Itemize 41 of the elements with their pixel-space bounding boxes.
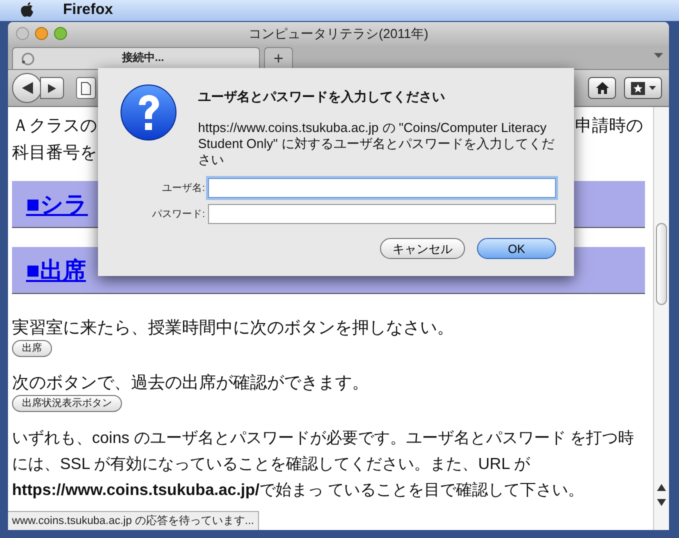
status-bar: www.coins.tsukuba.ac.jp の応答を待っています...: [8, 511, 260, 530]
input-field[interactable]: [208, 204, 556, 224]
heading-link[interactable]: ■シラ: [26, 186, 88, 222]
body-text: 科目番号を: [12, 142, 97, 164]
caret-icon: [648, 86, 656, 90]
body-text: 実習室に来たら、授業時間中に次のボタンを押しなさい。: [12, 317, 454, 339]
new-tab-button[interactable]: +: [264, 47, 293, 69]
home-icon: [596, 82, 608, 94]
body-text: 申請時の: [575, 115, 644, 137]
scrollbar[interactable]: [653, 107, 669, 530]
question-icon: [120, 84, 176, 141]
input-field[interactable]: [208, 178, 556, 198]
bookmarks-button[interactable]: [624, 77, 662, 99]
home-button[interactable]: [588, 77, 616, 99]
dialog-button[interactable]: OK: [477, 238, 556, 259]
body-text: Ａクラスの: [12, 115, 97, 137]
back-button[interactable]: [12, 73, 42, 103]
form-button[interactable]: 出席: [12, 340, 52, 357]
star-icon: [630, 82, 644, 94]
app-menu[interactable]: Firefox: [63, 0, 114, 22]
dropdown-icon[interactable]: [654, 53, 663, 58]
dialog-message: https://www.coins.tsukuba.ac.jp の "Coins/Computer Literacy Student Only" に対するユーザ名とパスワードを入力してください: [198, 120, 556, 168]
scroll-arrows-icon[interactable]: [657, 482, 666, 508]
dialog-button[interactable]: キャンセル: [380, 238, 465, 259]
window-title: コンピュータリテラシ(2011年): [248, 24, 428, 43]
field-label: ユーザ名:: [161, 182, 206, 196]
page-icon: [76, 77, 96, 99]
tab[interactable]: 接続中...: [12, 47, 260, 69]
zoom-icon[interactable]: [54, 27, 67, 40]
heading-link[interactable]: ■出席: [26, 252, 86, 288]
minimize-icon[interactable]: [35, 27, 48, 40]
forward-icon: [48, 84, 56, 92]
back-icon: [22, 82, 32, 94]
scrollbar-thumb[interactable]: [656, 223, 667, 305]
forward-button[interactable]: [40, 77, 64, 99]
apple-icon[interactable]: [20, 2, 35, 19]
note-paragraph: いずれも、coins のユーザ名とパスワードが必要です。ユーザ名とパスワード を打つ時には、SSL が有効になっていることを確認してください。また、URL が https://www.coins.tsukuba.ac.jp/で始まっ ていることを目で確認して下さい。: [12, 428, 636, 501]
form-button[interactable]: 出席状況表示ボタン: [12, 395, 122, 412]
body-text: 次のボタンで、過去の出席が確認ができます。: [12, 372, 369, 394]
field-label: パスワード:: [151, 208, 206, 222]
dialog-title: ユーザ名とパスワードを入力してください: [198, 88, 446, 106]
